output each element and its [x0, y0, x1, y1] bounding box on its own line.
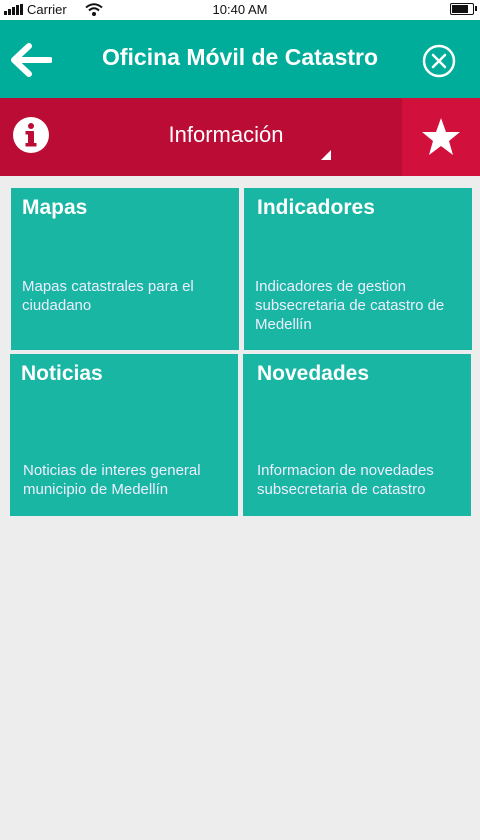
- close-circle-icon: [422, 44, 456, 78]
- tile-description: Mapas catastrales para el ciudadano: [22, 278, 194, 314]
- page-title: Oficina Móvil de Catastro: [101, 44, 379, 70]
- tile-description: Indicadores de gestion subsecretaria de …: [255, 278, 445, 333]
- tile-description: Noticias de interes general municipio de…: [23, 462, 201, 498]
- favorite-button[interactable]: [402, 98, 480, 176]
- tile-indicadores[interactable]: Indicadores Indicadores de gestion subse…: [244, 188, 472, 350]
- app-header: Oficina Móvil de Catastro: [0, 20, 480, 98]
- tile-title: Noticias: [21, 362, 103, 385]
- tile-title: Indicadores: [257, 196, 375, 219]
- dropdown-triangle-icon: [321, 150, 331, 160]
- star-icon: [422, 118, 460, 155]
- status-time: 10:40 AM: [212, 2, 268, 17]
- tile-description: Informacion de novedades subsecretaria d…: [257, 462, 434, 498]
- back-button[interactable]: [10, 42, 53, 78]
- info-circle-icon: [13, 117, 49, 153]
- arrow-left-icon: [11, 43, 53, 77]
- section-selector[interactable]: Información: [0, 98, 480, 176]
- tile-title: Novedades: [257, 362, 370, 385]
- section-label: Información: [168, 122, 284, 147]
- status-bar: Carrier 10:40 AM: [0, 0, 480, 20]
- close-button[interactable]: [422, 44, 456, 78]
- tile-novedades[interactable]: Novedades Informacion de novedades subse…: [243, 354, 471, 516]
- tile-noticias[interactable]: Noticias Noticias de interes general mun…: [10, 354, 238, 516]
- tile-title: Mapas: [22, 196, 88, 219]
- tile-mapas[interactable]: Mapas Mapas catastrales para el ciudadan…: [11, 188, 239, 350]
- battery-icon: [450, 3, 477, 15]
